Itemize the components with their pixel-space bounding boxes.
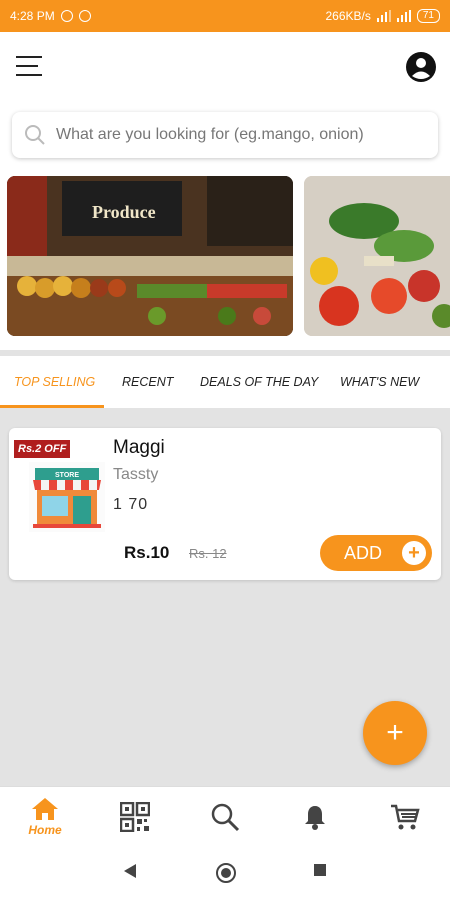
- system-navigation-bar: [0, 846, 450, 900]
- product-mrp: Rs. 12: [189, 546, 227, 561]
- add-to-cart-button[interactable]: ADD +: [320, 535, 432, 571]
- network-speed: 266KB/s: [325, 9, 371, 23]
- category-tabs: TOP SELLING RECENT DEALS OF THE DAY WHAT…: [0, 356, 450, 408]
- nav-notifications[interactable]: [270, 787, 360, 847]
- store-sign: STORE: [55, 472, 79, 479]
- nav-qr[interactable]: [90, 787, 180, 847]
- signal-icon-2: [396, 10, 411, 22]
- search-section: [0, 102, 450, 170]
- vegetables-banner[interactable]: [304, 176, 450, 336]
- bottom-navigation: Home: [0, 786, 450, 846]
- product-description: Tassty: [113, 466, 159, 483]
- nav-search[interactable]: [180, 787, 270, 847]
- search-input[interactable]: [56, 126, 416, 144]
- tab-deals-of-the-day[interactable]: DEALS OF THE DAY: [200, 356, 318, 408]
- product-name: Maggi: [113, 437, 165, 458]
- produce-sign: Produce: [92, 202, 156, 222]
- recents-icon[interactable]: [312, 862, 328, 878]
- banner-carousel: Produce: [0, 170, 450, 350]
- home-button-icon[interactable]: [215, 862, 237, 884]
- nav-home-label: Home: [28, 823, 62, 837]
- product-price: Rs.10: [124, 543, 170, 562]
- produce-banner-image: Produce: [7, 176, 293, 336]
- plus-circle-icon: +: [402, 541, 426, 565]
- active-tab-indicator: [0, 405, 104, 408]
- tab-top-selling[interactable]: TOP SELLING: [14, 356, 95, 408]
- add-fab-button[interactable]: +: [363, 701, 427, 765]
- plus-icon: +: [386, 716, 404, 749]
- account-icon[interactable]: [406, 52, 436, 82]
- search-bar[interactable]: [12, 112, 438, 158]
- bell-icon: [305, 806, 325, 830]
- add-button-label: ADD: [344, 542, 383, 563]
- search-icon: [211, 803, 240, 832]
- home-icon: [32, 798, 58, 820]
- battery-indicator: 71: [416, 9, 440, 23]
- status-bar: 4:28 PM 266KB/s 71: [0, 0, 450, 32]
- product-image: STORE: [29, 462, 105, 532]
- status-time: 4:28 PM: [10, 9, 55, 23]
- product-card[interactable]: Rs.2 OFF STORE Maggi Tassty 1 70 Rs.10 R…: [9, 428, 441, 580]
- qr-code-icon: [120, 802, 150, 832]
- nav-cart[interactable]: [360, 787, 450, 847]
- search-icon: [25, 125, 45, 145]
- back-icon[interactable]: [122, 862, 138, 880]
- app-bar: [0, 32, 450, 102]
- nav-home[interactable]: Home: [0, 787, 90, 847]
- produce-banner[interactable]: Produce: [7, 176, 293, 336]
- tab-recent[interactable]: RECENT: [122, 356, 173, 408]
- tab-whats-new[interactable]: WHAT'S NEW: [340, 356, 419, 408]
- vegetables-banner-image: [304, 176, 450, 336]
- sync-icon: [60, 10, 73, 22]
- signal-icon: [376, 10, 391, 22]
- whatsapp-icon: [78, 10, 91, 22]
- menu-icon[interactable]: [16, 56, 42, 76]
- product-quantity: 1 70: [113, 496, 149, 513]
- offer-badge: Rs.2 OFF: [14, 440, 71, 458]
- cart-icon: [391, 804, 420, 830]
